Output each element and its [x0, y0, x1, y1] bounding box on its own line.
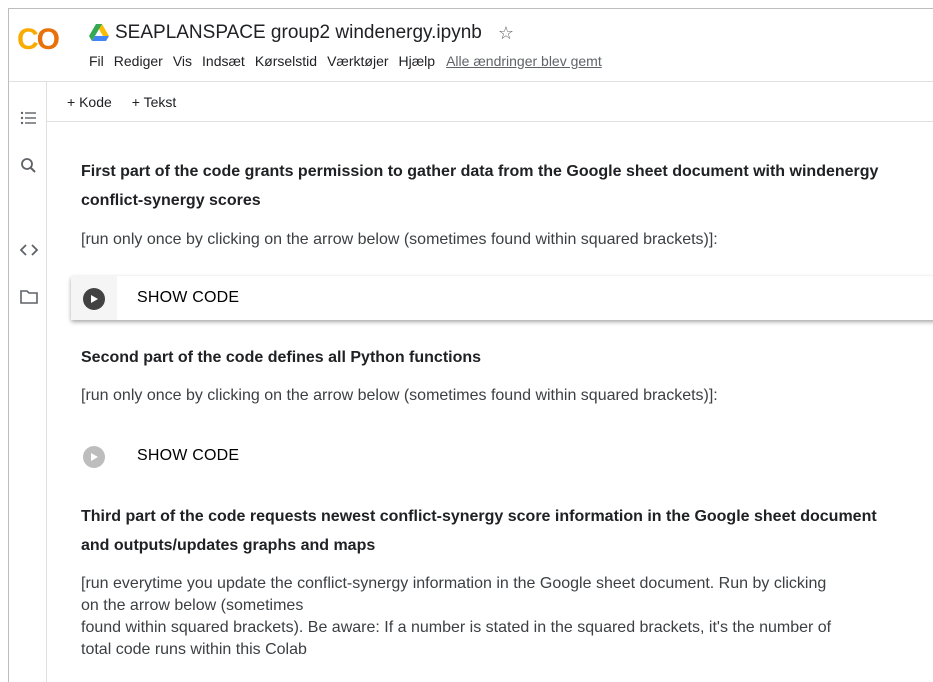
play-icon [91, 295, 98, 303]
section2-heading: Second part of the code defines all Pyth… [81, 349, 482, 366]
section3-paragraph: [run everytime you update the conflict-s… [81, 575, 832, 658]
table-of-contents-icon[interactable] [19, 108, 39, 128]
title-row: SEAPLANSPACE group2 windenergy.ipynb ☆ [89, 19, 514, 47]
add-code-button[interactable]: + Kode [67, 94, 112, 110]
menu-edit[interactable]: Rediger [109, 53, 168, 69]
code-cell-2[interactable]: SHOW CODE [71, 439, 471, 475]
menu-tools[interactable]: Værktøjer [322, 53, 393, 69]
save-status-link[interactable]: Alle ændringer blev gemt [446, 53, 602, 69]
menu-insert[interactable]: Indsæt [197, 53, 250, 69]
colab-window: CO SEAPLANSPACE group2 windenergy.ipynb … [8, 8, 933, 682]
colab-logo[interactable]: CO [17, 23, 60, 57]
run-cell-button[interactable] [83, 446, 105, 468]
run-cell-button[interactable] [83, 288, 105, 310]
play-icon [91, 453, 98, 461]
section2-instruction: [run only once by clicking on the arrow … [81, 387, 718, 404]
cell-toolbar: + Kode + Tekst [47, 82, 933, 122]
menu-bar: Fil Rediger Vis Indsæt Kørselstid Værktø… [84, 53, 602, 69]
show-code-button[interactable]: SHOW CODE [137, 289, 239, 307]
add-text-button[interactable]: + Tekst [132, 94, 177, 110]
section1-instruction: [run only once by clicking on the arrow … [81, 231, 718, 248]
google-drive-icon [89, 24, 109, 41]
notebook-title[interactable]: SEAPLANSPACE group2 windenergy.ipynb [115, 22, 482, 44]
menu-file[interactable]: Fil [84, 53, 109, 69]
menu-view[interactable]: Vis [168, 53, 197, 69]
code-cell-1[interactable]: SHOW CODE [71, 276, 933, 320]
star-icon[interactable]: ☆ [498, 23, 514, 44]
files-icon[interactable] [19, 287, 39, 307]
code-snippets-icon[interactable] [19, 240, 39, 260]
menu-help[interactable]: Hjælp [394, 53, 441, 69]
menu-runtime[interactable]: Kørselstid [250, 53, 322, 69]
show-code-button[interactable]: SHOW CODE [137, 447, 239, 465]
search-icon[interactable] [19, 156, 39, 176]
section3-heading: Third part of the code requests newest c… [81, 508, 877, 554]
left-sidebar [9, 82, 47, 682]
section1-heading: First part of the code grants permission… [81, 163, 879, 209]
